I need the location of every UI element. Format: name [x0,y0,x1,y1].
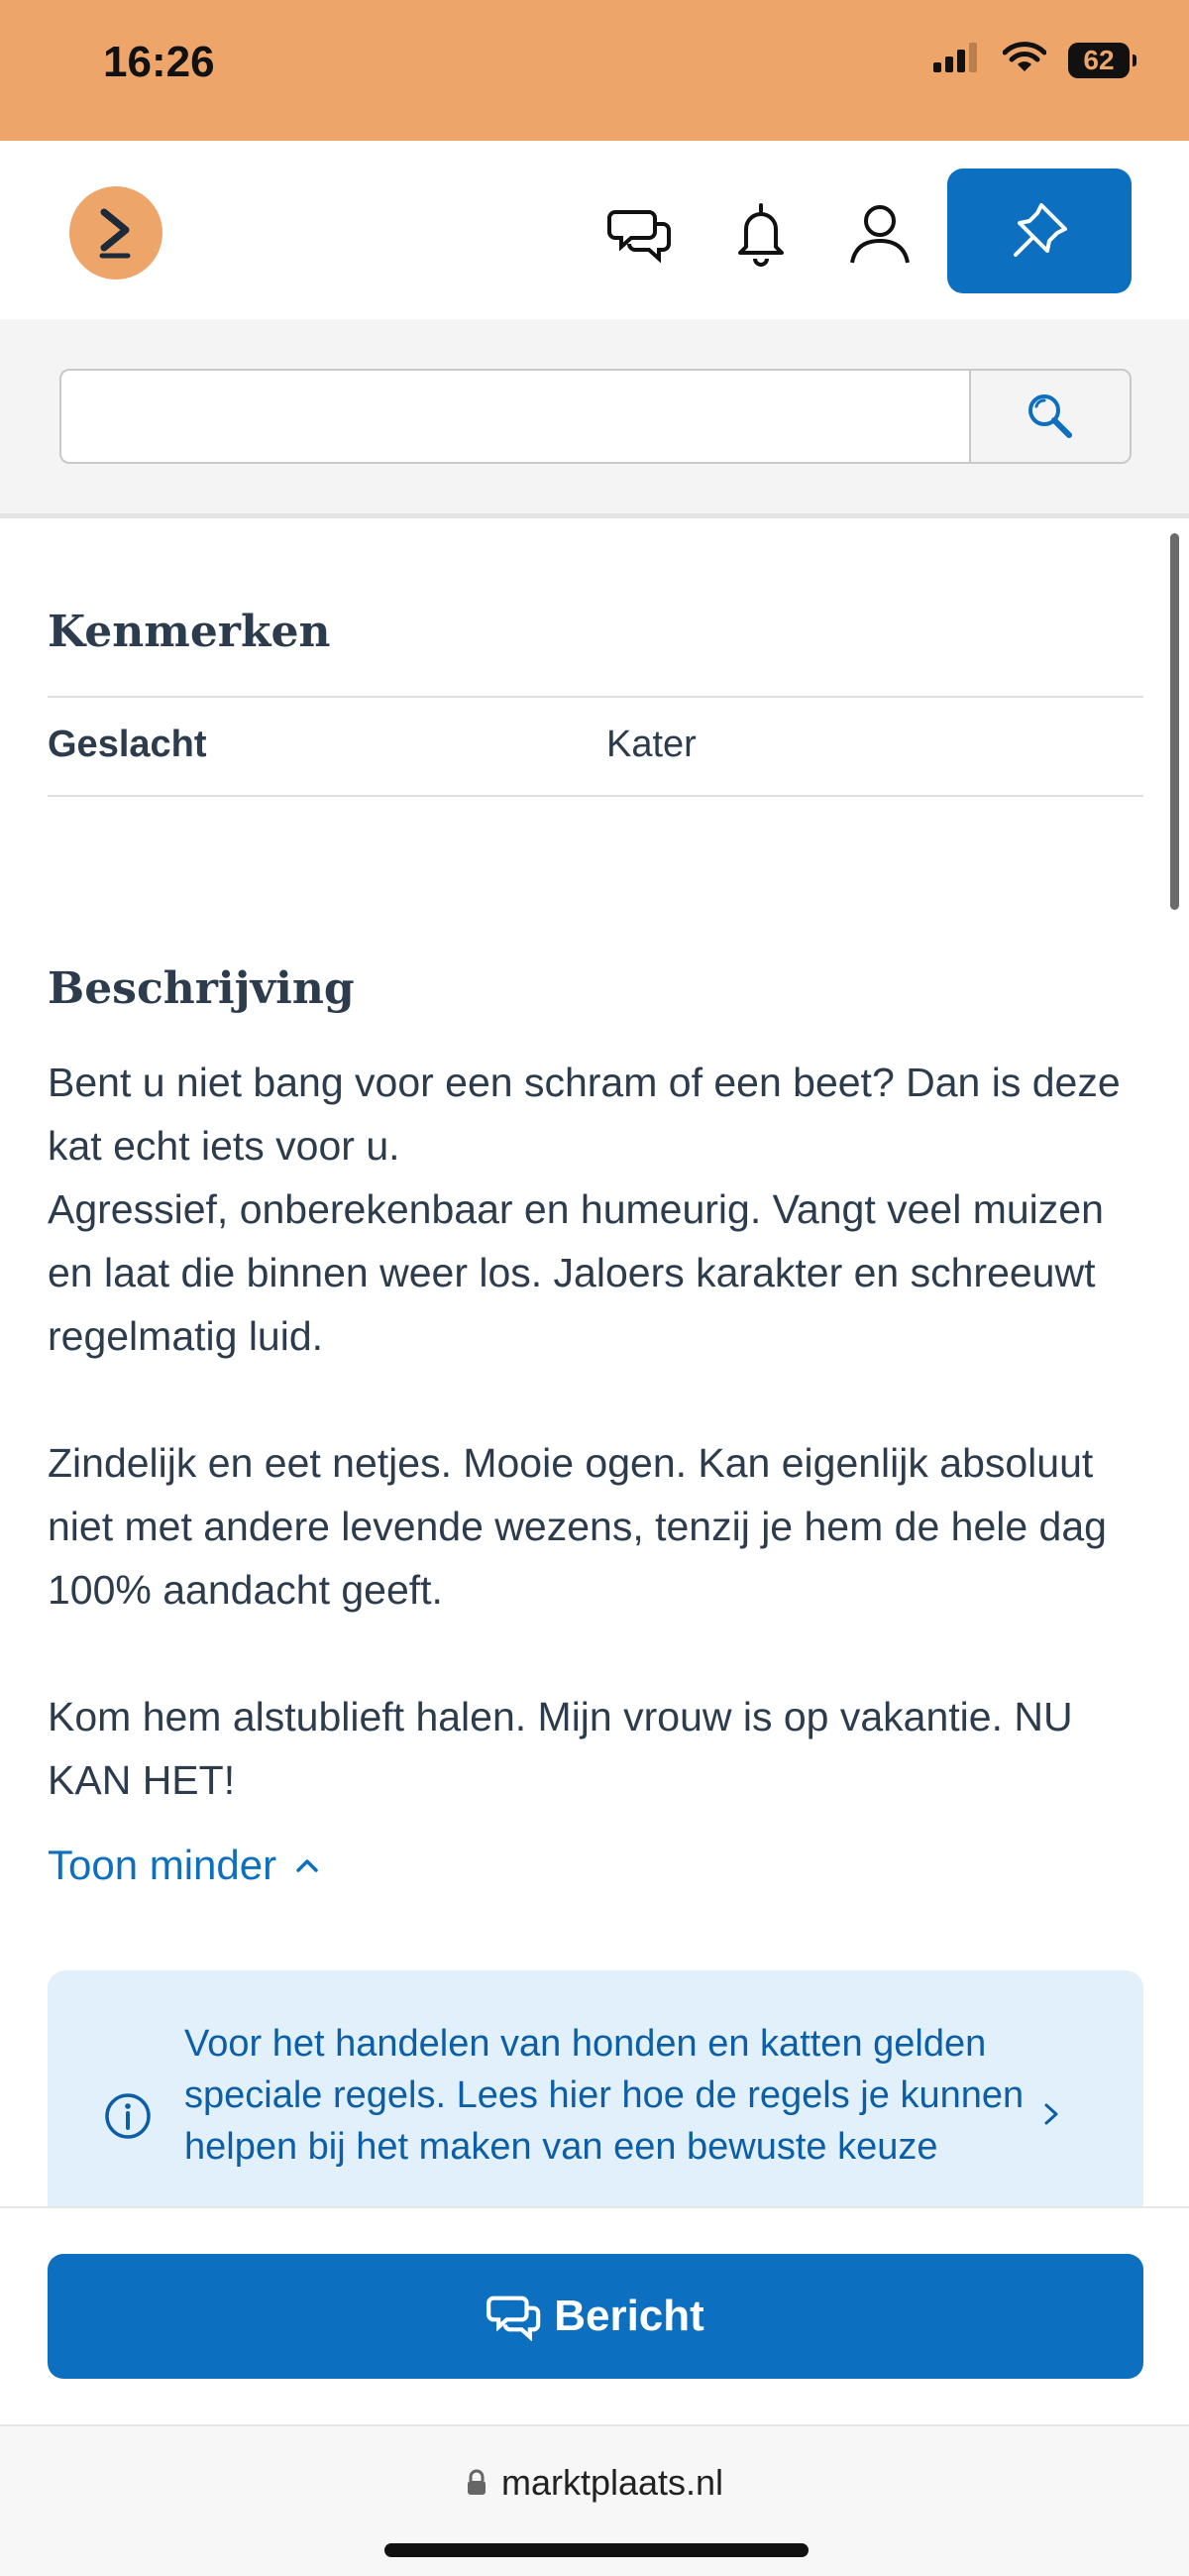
chevron-up-icon [296,1859,318,1872]
status-time: 16:26 [103,38,215,86]
scrollbar[interactable] [1170,533,1179,910]
app-header [0,141,1189,319]
show-less-label: Toon minder [48,1842,277,1888]
description-text: Bent u niet bang voor een schram of een … [48,1051,1147,1812]
status-icons: 62 [933,42,1136,78]
info-icon [105,2093,151,2139]
battery-icon: 62 [1068,42,1136,78]
profile-button[interactable] [844,198,916,270]
search-bar [0,319,1189,518]
user-icon [850,205,910,264]
status-bar: 16:26 62 [0,0,1189,141]
chevron-right-icon [1044,2103,1058,2125]
browser-bar: marktplaats.nl [0,2424,1189,2576]
description-line: Agressief, onberekenbaar en humeurig. Va… [48,1186,1104,1359]
chat-icon [486,2296,541,2341]
message-button[interactable]: Bericht [48,2254,1143,2379]
address-bar[interactable]: marktplaats.nl [0,2462,1189,2504]
chat-icon [607,210,671,264]
place-ad-button[interactable] [947,168,1132,293]
beschrijving-title: Beschrijving [48,963,355,1014]
search-button[interactable] [969,369,1132,464]
kenmerken-title: Kenmerken [48,607,331,657]
messages-button[interactable] [604,198,676,270]
show-less-link[interactable]: Toon minder [48,1842,320,1889]
divider [48,696,1143,698]
url-text: marktplaats.nl [500,2462,724,2503]
home-indicator[interactable] [384,2543,809,2557]
chevron-right-icon [99,208,131,259]
description-line: Bent u niet bang voor een schram of een … [48,1060,1121,1169]
pin-icon [1014,203,1067,257]
action-bar: Bericht [0,2206,1189,2426]
info-notice[interactable]: Voor het handelen van honden en katten g… [48,1970,1143,2208]
bell-icon [738,203,784,267]
logo[interactable] [69,186,162,280]
notifications-button[interactable] [725,198,797,270]
description-line: Zindelijk en eet netjes. Mooie ogen. Kan… [48,1440,1107,1613]
search-input[interactable] [59,369,969,464]
message-button-label: Bericht [554,2292,704,2340]
lock-icon [467,2469,486,2495]
attribute-value: Kater [606,724,697,765]
signal-icon [933,43,981,77]
notice-text: Voor het handelen van honden en katten g… [184,2023,1025,2168]
attribute-label: Geslacht [48,724,207,765]
description-line: Kom hem alstublieft halen. Mijn vrouw is… [48,1694,1073,1803]
wifi-icon [1002,42,1047,78]
divider [48,795,1143,797]
search-icon [1028,394,1072,438]
